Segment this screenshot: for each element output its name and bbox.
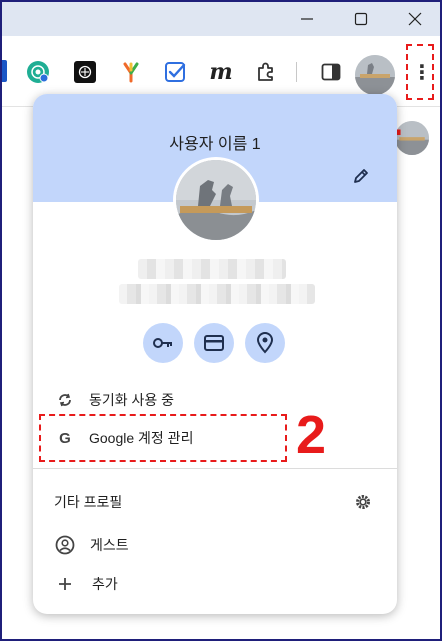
title-bar (2, 2, 440, 36)
minimize-icon (301, 18, 313, 20)
add-label: 추가 (92, 576, 118, 592)
edit-profile-button[interactable] (351, 166, 371, 186)
fingerprint-extension-icon[interactable] (25, 59, 51, 85)
profile-name: 사용자 이름 1 (169, 136, 261, 153)
add-profile-row[interactable]: 추가 (33, 569, 397, 599)
extension-edge-icon (2, 60, 7, 82)
sync-label: 동기화 사용 중 (89, 392, 175, 408)
close-button[interactable] (392, 2, 438, 36)
guest-account-icon (55, 535, 75, 555)
toolbar-separator (296, 62, 297, 82)
guest-row[interactable]: 게스트 (33, 530, 397, 560)
close-icon (408, 12, 422, 26)
blurred-account-name (138, 259, 286, 279)
m-extension-icon[interactable]: m (208, 59, 234, 85)
guest-label: 게스트 (90, 537, 129, 553)
checkbox-extension-icon[interactable] (162, 59, 188, 85)
credit-card-icon (204, 335, 224, 351)
maximize-icon (354, 12, 368, 26)
plus-icon (55, 574, 75, 594)
colorful-y-extension-icon[interactable] (118, 59, 144, 85)
other-profiles-row: 기타 프로필 (33, 487, 397, 517)
key-icon (153, 338, 172, 348)
blurred-account-email (119, 284, 315, 304)
menu-divider (33, 468, 397, 469)
maximize-button[interactable] (338, 2, 384, 36)
passwords-button[interactable] (143, 323, 183, 363)
sync-status-row[interactable]: 동기화 사용 중 (33, 385, 397, 415)
addresses-button[interactable] (245, 323, 285, 363)
side-panel-icon[interactable] (318, 59, 344, 85)
profile-menu: 사용자 이름 1 동기화 사용 중 G Google 계정 관리 기타 프로필 … (33, 94, 397, 614)
puzzle-extensions-icon[interactable] (253, 59, 279, 85)
payment-methods-button[interactable] (194, 323, 234, 363)
profile-large-avatar (173, 157, 259, 243)
annotation-box-2 (39, 414, 287, 462)
manage-profiles-button[interactable] (353, 492, 373, 512)
minimize-button[interactable] (284, 2, 330, 36)
gear-icon (356, 495, 370, 509)
pencil-icon (354, 169, 368, 183)
other-profiles-label: 기타 프로필 (54, 494, 123, 510)
annotation-box-1 (406, 44, 434, 100)
sync-icon (55, 390, 75, 410)
annotation-number-2: 2 (296, 405, 327, 465)
ai-extension-icon[interactable] (72, 59, 98, 85)
profile-photo (176, 160, 256, 240)
location-pin-icon (256, 332, 274, 354)
